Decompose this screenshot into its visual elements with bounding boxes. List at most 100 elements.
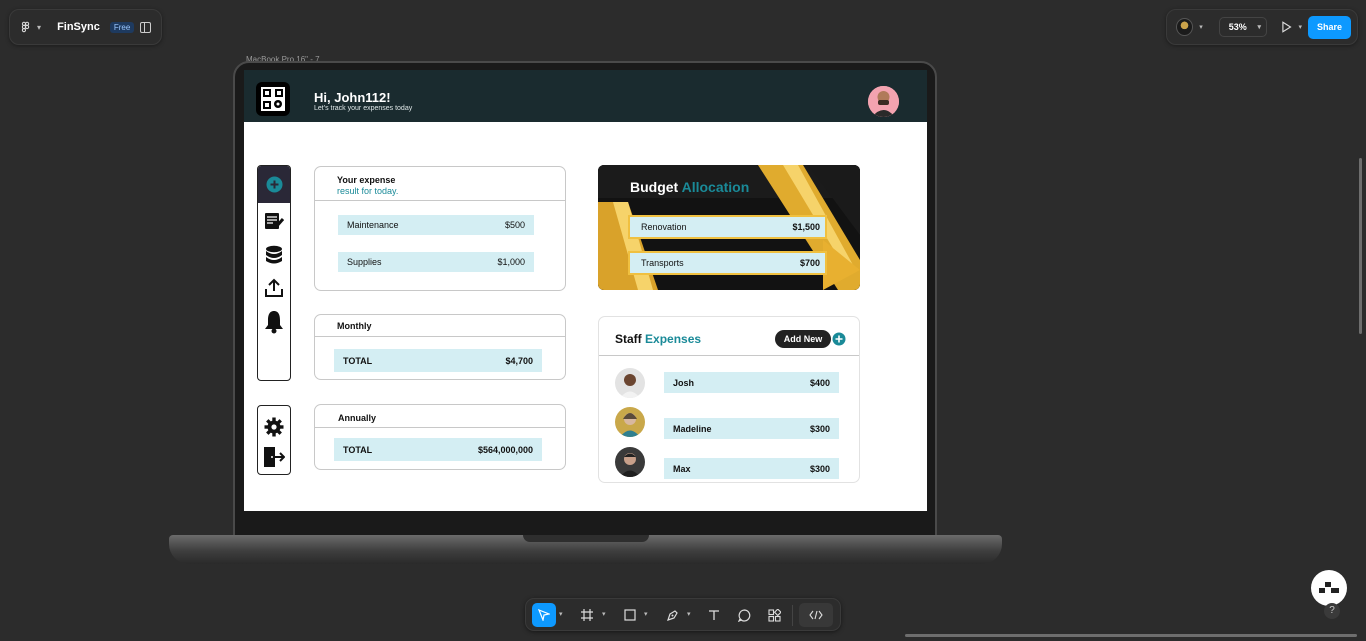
app-header: Hi, John112! Let's track your expenses t… (244, 70, 927, 122)
add-circle-icon[interactable] (832, 332, 846, 346)
staff-row-madeline[interactable]: Madeline $300 (664, 418, 839, 439)
text-icon (709, 610, 719, 620)
database-icon (266, 245, 282, 264)
chevron-down-icon: ▾ (1257, 24, 1262, 31)
notes-icon (265, 213, 284, 229)
annual-card: Annually TOTAL $564,000,000 (314, 404, 566, 470)
staff-value: $300 (809, 423, 830, 434)
staff-row-max[interactable]: Max $300 (664, 458, 839, 479)
staff-title-part2: Expenses (645, 332, 702, 346)
profile-avatar[interactable] (868, 86, 899, 117)
code-icon (809, 610, 823, 620)
budget-label: Transports (641, 258, 684, 268)
today-title: Your expense (337, 175, 396, 185)
sidebar-nav (257, 165, 291, 381)
sidebar-toggle-icon[interactable] (140, 21, 151, 33)
greeting-subtitle: Let's track your expenses today (314, 105, 413, 112)
card-divider (315, 200, 565, 201)
bell-icon (265, 311, 283, 334)
staff-name: Madeline (673, 423, 712, 434)
upload-icon (265, 278, 283, 297)
staff-row-josh[interactable]: Josh $400 (664, 372, 839, 393)
share-button[interactable]: Share (1307, 15, 1351, 39)
sidebar-item-notes[interactable] (258, 212, 290, 230)
floating-assistant-button[interactable] (1311, 570, 1347, 606)
pen-tool[interactable] (661, 603, 683, 627)
file-name[interactable]: FinSync (57, 21, 100, 33)
chevron-down-icon[interactable]: ▾ (1199, 23, 1203, 31)
comment-icon (737, 608, 750, 622)
monthly-title: Monthly (337, 321, 372, 331)
dev-mode-toggle[interactable] (799, 603, 833, 627)
app-logo[interactable] (256, 82, 290, 116)
add-new-button[interactable]: Add New (775, 330, 831, 348)
budget-item-transports[interactable]: Transports $700 (628, 251, 827, 275)
expense-item-maintenance[interactable]: Maintenance $500 (338, 215, 534, 235)
staff-avatar-max[interactable] (615, 447, 645, 477)
expense-label: Maintenance (347, 220, 399, 230)
move-tool[interactable] (532, 603, 556, 627)
comment-tool[interactable] (733, 603, 755, 627)
zoom-dropdown[interactable]: 53% ▾ (1218, 17, 1268, 37)
chevron-down-icon[interactable]: ▾ (1298, 23, 1302, 31)
gear-icon (264, 417, 284, 437)
text-tool[interactable] (703, 603, 725, 627)
budget-title-part1: Budget (630, 179, 679, 195)
editor-tool-bar: ▾ ▾ ▾ ▾ (525, 598, 841, 631)
expense-value: $1,000 (497, 257, 525, 267)
expense-value: $500 (504, 220, 525, 230)
sidebar-item-logout[interactable] (258, 446, 290, 468)
logout-icon (264, 447, 285, 467)
components-icon (767, 608, 781, 622)
chevron-down-icon[interactable]: ▾ (602, 610, 606, 618)
monthly-total[interactable]: TOTAL $4,700 (334, 349, 542, 372)
expense-item-supplies[interactable]: Supplies $1,000 (338, 252, 534, 272)
budget-value: $700 (799, 258, 820, 268)
shape-tool[interactable] (619, 603, 641, 627)
staff-avatar-madeline[interactable] (615, 407, 645, 437)
person-icon (615, 407, 645, 437)
user-avatar[interactable] (1176, 18, 1194, 36)
staff-value: $300 (809, 463, 830, 474)
sidebar-settings (257, 405, 291, 475)
chevron-down-icon[interactable]: ▾ (559, 610, 563, 618)
toolbar-divider (792, 605, 793, 626)
figma-menu-icon[interactable] (20, 20, 31, 34)
annual-total[interactable]: TOTAL $564,000,000 (334, 438, 542, 461)
pen-icon (666, 609, 678, 621)
budget-title-part2: Allocation (681, 179, 750, 195)
frame-tool[interactable] (576, 603, 598, 627)
help-icon[interactable]: ? (1324, 603, 1340, 619)
zoom-value: 53% (1228, 22, 1247, 32)
annual-title: Annually (338, 413, 377, 423)
components-tool[interactable] (763, 603, 785, 627)
plan-badge: Free (109, 21, 135, 33)
staff-avatar-josh[interactable] (615, 368, 645, 398)
laptop-notch (523, 535, 649, 542)
card-divider (315, 336, 565, 337)
card-divider (599, 355, 859, 356)
staff-name: Josh (673, 377, 695, 388)
budget-item-renovation[interactable]: Renovation $1,500 (628, 215, 827, 239)
budget-value: $1,500 (792, 222, 820, 232)
sidebar-item-add[interactable] (258, 166, 290, 203)
rectangle-icon (624, 609, 636, 621)
present-play-icon[interactable] (1281, 21, 1292, 33)
app-screen: Hi, John112! Let's track your expenses t… (244, 70, 927, 511)
chevron-down-icon[interactable]: ▾ (644, 610, 648, 618)
widget-icon (1319, 582, 1339, 593)
sidebar-item-upload[interactable] (258, 278, 290, 298)
horizontal-scrollbar[interactable] (905, 634, 1357, 637)
sidebar-item-settings[interactable] (258, 417, 290, 437)
chevron-down-icon[interactable]: ▾ (37, 23, 41, 32)
staff-name: Max (673, 463, 691, 474)
person-icon (868, 86, 899, 117)
staff-expenses-card: Staff Expenses Add New Josh $400 Madelin… (598, 316, 860, 483)
budget-allocation-card: Budget Allocation Renovation $1,500 Tran… (598, 165, 860, 290)
total-value: $564,000,000 (477, 444, 533, 455)
vertical-scrollbar[interactable] (1359, 158, 1362, 334)
move-icon (538, 609, 550, 621)
sidebar-item-notifications[interactable] (258, 310, 290, 334)
sidebar-item-database[interactable] (258, 245, 290, 265)
chevron-down-icon[interactable]: ▾ (687, 610, 691, 618)
